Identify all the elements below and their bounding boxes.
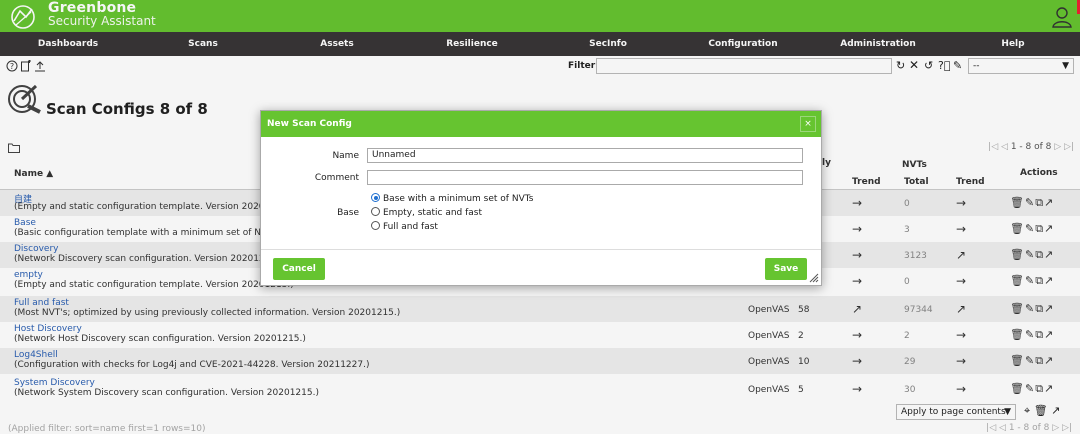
cancel-button[interactable]: Cancel <box>273 258 325 280</box>
resize-handle-icon[interactable] <box>809 273 819 283</box>
radio-selected-icon[interactable] <box>371 193 380 202</box>
save-button[interactable]: Save <box>765 258 807 280</box>
radio-label: Base with a minimum set of NVTs <box>383 194 534 204</box>
comment-label: Comment <box>314 173 359 183</box>
comment-input[interactable] <box>367 170 803 185</box>
radio-icon[interactable] <box>371 207 380 216</box>
name-input[interactable]: Unnamed <box>367 148 803 163</box>
radio-label: Empty, static and fast <box>383 208 483 218</box>
name-label: Name <box>332 151 359 161</box>
radio-base-minimum[interactable]: Base with a minimum set of NVTs <box>371 193 533 204</box>
radio-icon[interactable] <box>371 221 380 230</box>
dialog-footer: Cancel Save <box>261 249 821 285</box>
radio-full-and-fast[interactable]: Full and fast <box>371 221 438 232</box>
radio-label: Full and fast <box>383 222 438 232</box>
dialog-title: New Scan Config <box>261 111 821 137</box>
base-label: Base <box>337 208 359 218</box>
close-icon[interactable]: × <box>800 116 816 132</box>
radio-empty-static-fast[interactable]: Empty, static and fast <box>371 207 482 218</box>
new-scan-config-dialog: New Scan Config × Name Unnamed Comment B… <box>260 110 822 286</box>
